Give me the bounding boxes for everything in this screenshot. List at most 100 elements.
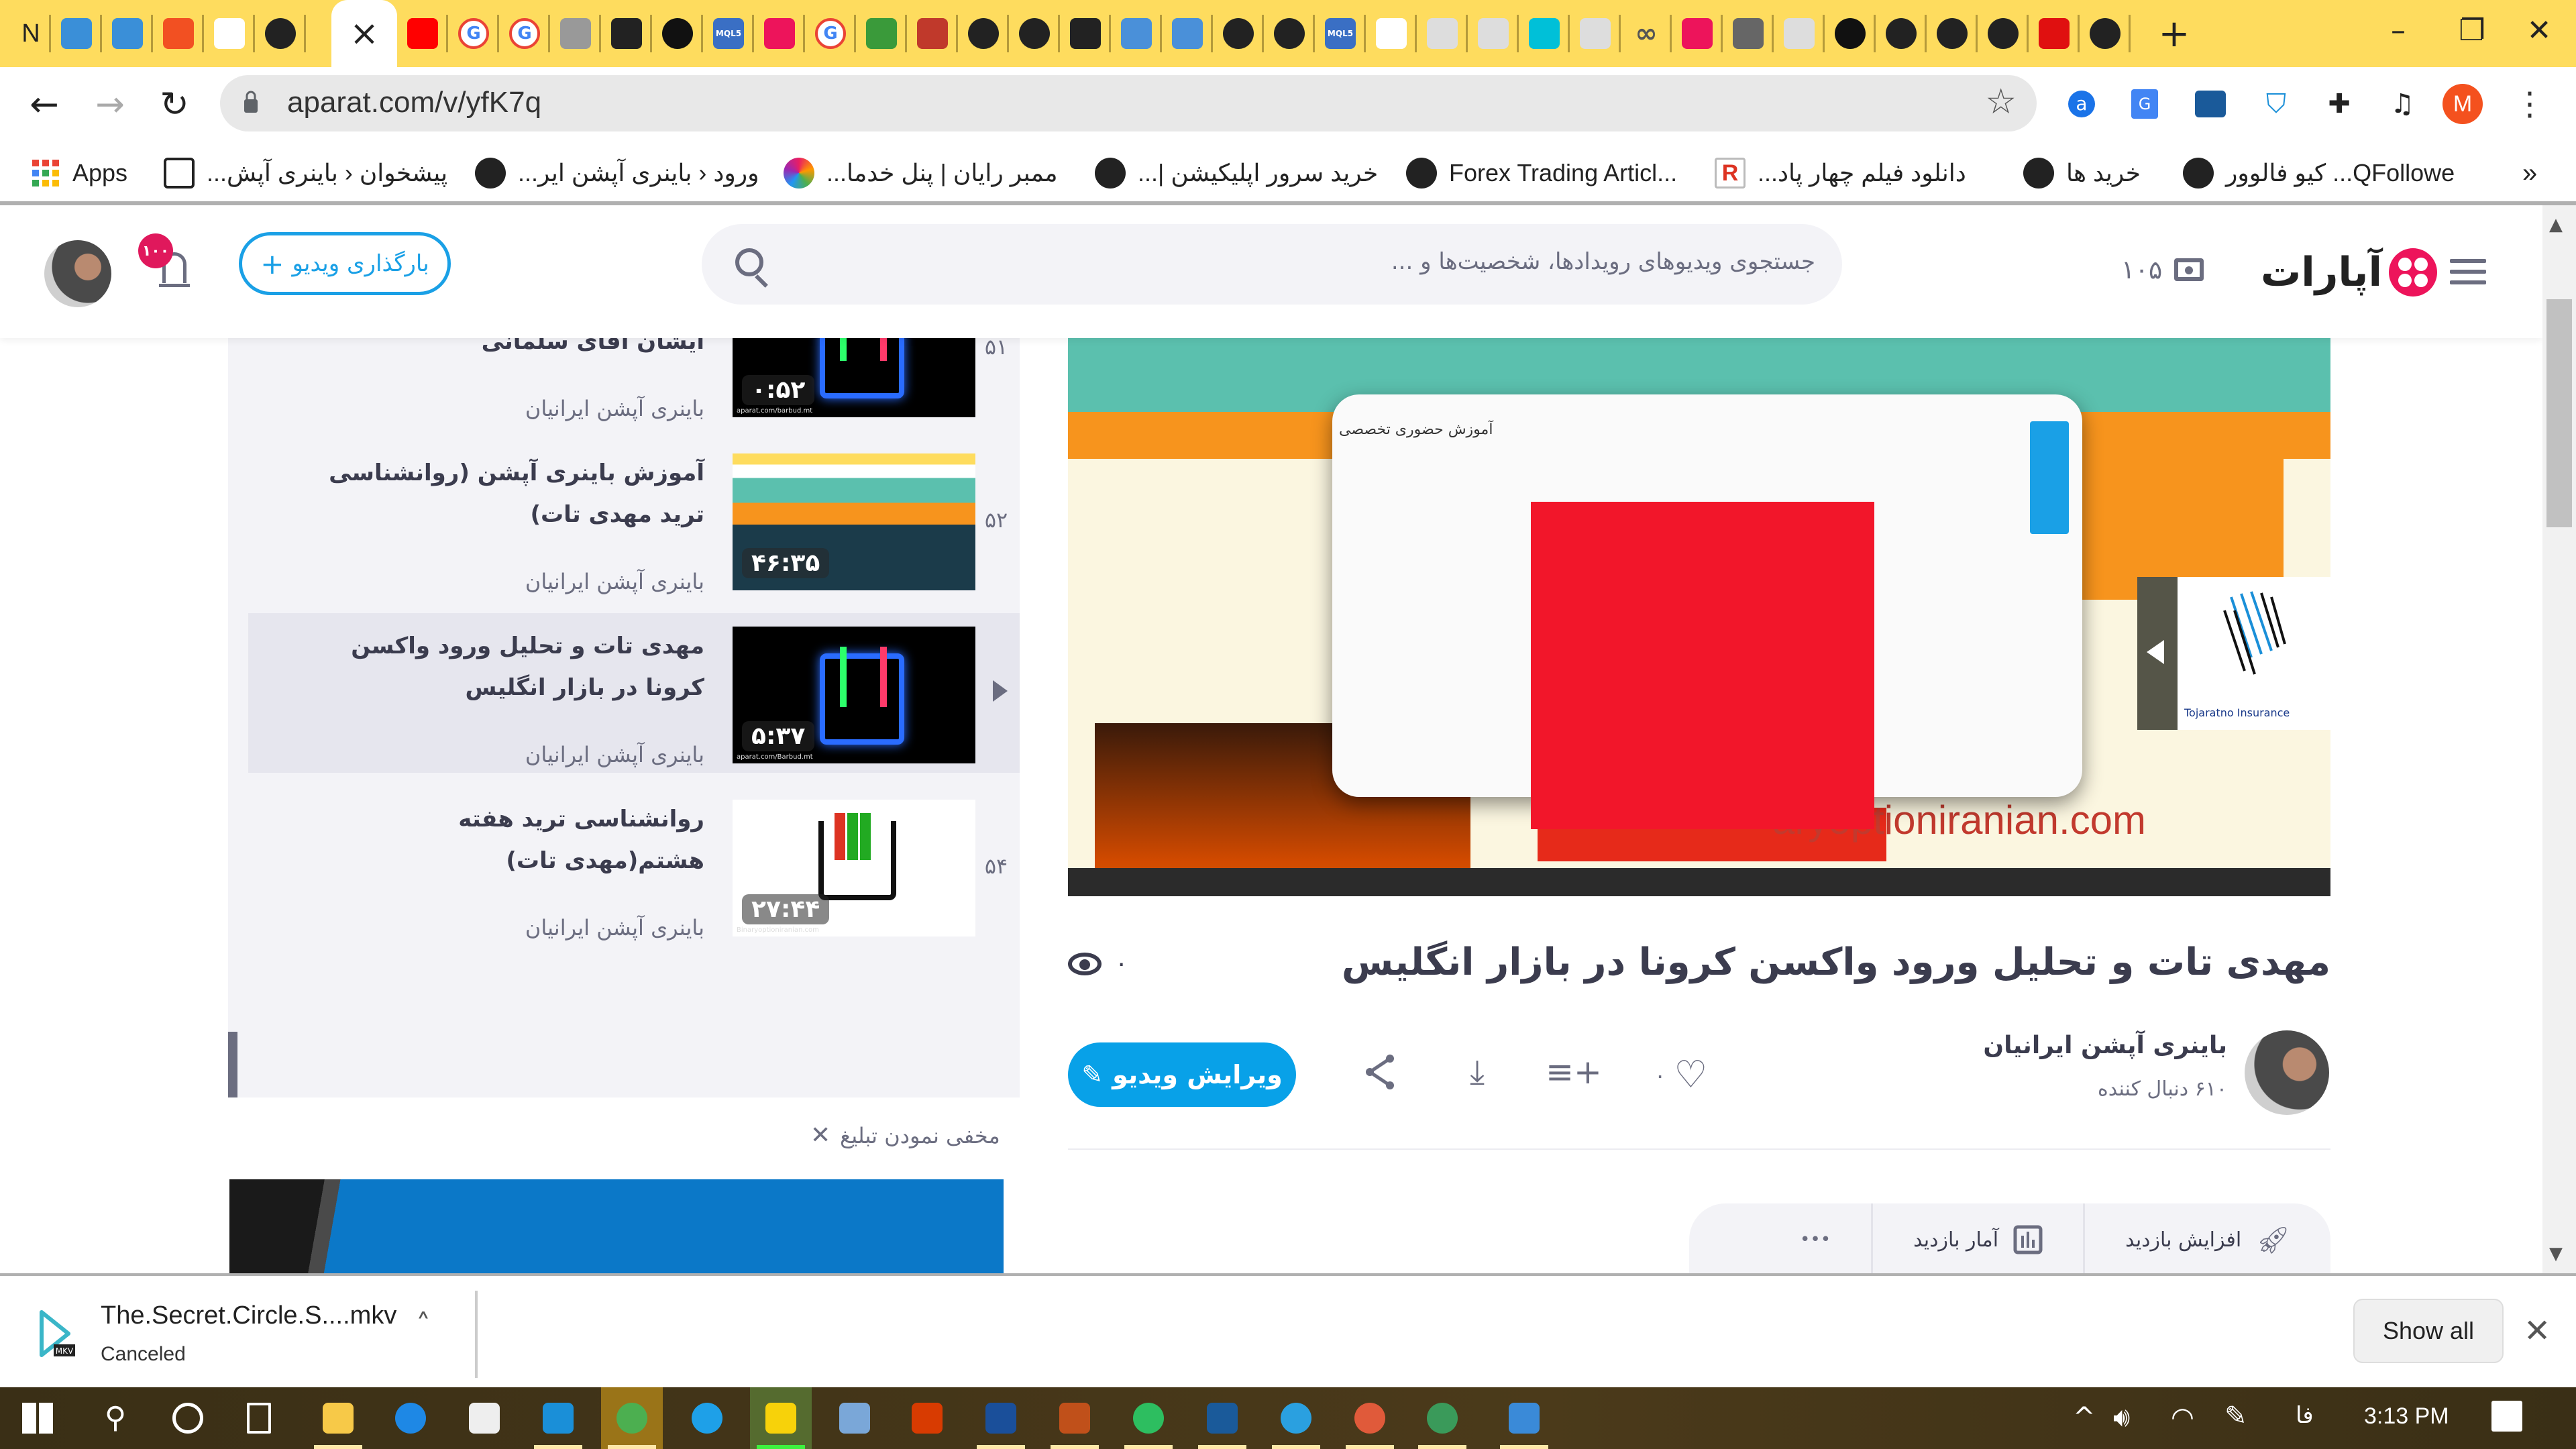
browser-tab[interactable] xyxy=(907,0,958,67)
browser-tab[interactable] xyxy=(2029,0,2080,67)
playlist-item-channel[interactable]: باینری آپشن ایرانیان xyxy=(525,396,704,421)
close-window-button[interactable]: ✕ xyxy=(2502,0,2576,60)
minimize-button[interactable]: – xyxy=(2361,0,2435,60)
taskbar-chrome-button[interactable] xyxy=(601,1387,663,1449)
my-videos-count[interactable]: ۱۰۵ xyxy=(2121,255,2204,284)
scrollbar-thumb[interactable] xyxy=(2546,299,2572,527)
playlist-item-channel[interactable]: باینری آپشن ایرانیان xyxy=(525,569,704,594)
browser-tab[interactable] xyxy=(1825,0,1876,67)
browser-tab[interactable] xyxy=(1111,0,1162,67)
edit-video-button[interactable]: ویرایش ویدیو ✎ xyxy=(1068,1042,1296,1107)
taskbar-network-app-button[interactable] xyxy=(1411,1387,1473,1449)
browser-tab[interactable] xyxy=(1570,0,1621,67)
volume-icon[interactable]: 🔊︎ xyxy=(2113,1402,2130,1433)
input-language[interactable]: فا xyxy=(2296,1402,2314,1429)
taskbar-x-app-button[interactable] xyxy=(1339,1387,1401,1449)
back-button[interactable]: ← xyxy=(19,79,70,130)
browser-tab[interactable] xyxy=(1723,0,1774,67)
browser-tab[interactable] xyxy=(1468,0,1519,67)
browser-tab[interactable]: G xyxy=(805,0,856,67)
pen-icon[interactable]: ✎ xyxy=(2224,1401,2247,1432)
tray-overflow-icon[interactable]: ^ xyxy=(2073,1402,2096,1433)
browser-tab[interactable] xyxy=(652,0,703,67)
hide-ad-button[interactable]: مخفی نمودن تبلیغ ✕ xyxy=(810,1122,1000,1149)
media-playlist-icon[interactable]: ♫ xyxy=(2381,83,2423,125)
tab-active[interactable]: × xyxy=(331,0,397,67)
bookmark-item[interactable]: ورود ‹ باینری آپشن ایر... xyxy=(475,153,759,193)
playlist-item-title[interactable]: روانشناسی ترید هفته هشتم(مهدی تات) xyxy=(329,798,704,881)
browser-tab[interactable]: G xyxy=(448,0,499,67)
restore-button[interactable]: ❐ xyxy=(2435,0,2509,60)
browser-tab[interactable] xyxy=(2080,0,2131,67)
browser-tab[interactable] xyxy=(204,0,255,67)
wifi-icon[interactable]: ◠ xyxy=(2171,1402,2194,1433)
playlist-item-thumbnail[interactable]: aparat.com/Barbud.mt ۵:۳۷ xyxy=(733,627,975,763)
taskbar-file-explorer-button[interactable] xyxy=(307,1387,369,1449)
forward-button[interactable]: → xyxy=(85,79,136,130)
bookmark-item[interactable]: ممبر رایان | پنل خدما... xyxy=(784,153,1058,193)
scroll-down-arrow-icon[interactable]: ▼ xyxy=(2549,1244,2563,1264)
browser-tab[interactable] xyxy=(1264,0,1315,67)
scroll-up-arrow-icon[interactable]: ▲ xyxy=(2549,215,2563,235)
page-scrollbar[interactable]: ▲ ▼ xyxy=(2542,205,2576,1273)
taskbar-r-app-button[interactable] xyxy=(970,1387,1032,1449)
clock[interactable]: 3:13 PM xyxy=(2364,1403,2449,1430)
bookmark-item[interactable]: پیشخوان ‹ باینری آپش... xyxy=(164,153,447,193)
browser-tab[interactable]: MQL5 xyxy=(1315,0,1366,67)
taskbar-evernote-button[interactable] xyxy=(1118,1387,1179,1449)
hamburger-menu-icon[interactable] xyxy=(2450,259,2486,286)
browser-tab[interactable]: MQL5 xyxy=(703,0,754,67)
share-button[interactable] xyxy=(1360,1052,1401,1092)
browser-tab[interactable] xyxy=(51,0,102,67)
download-manager-icon[interactable] xyxy=(2190,83,2231,125)
url-text[interactable]: aparat.com/v/yfK7q xyxy=(287,86,541,119)
browser-tab[interactable] xyxy=(255,0,306,67)
browser-tab[interactable] xyxy=(1774,0,1825,67)
taskbar-gem-app-button[interactable] xyxy=(1493,1387,1555,1449)
add-to-playlist-button[interactable]: ≡+ xyxy=(1546,1052,1602,1092)
google-translate-icon[interactable]: G xyxy=(2124,83,2165,125)
taskbar-alpari-button[interactable] xyxy=(1044,1387,1106,1449)
aparat-logo[interactable]: آپارات xyxy=(2261,248,2438,297)
playlist-item-title[interactable]: مهدی تات و تحلیل ورود واکسن کرونا در باز… xyxy=(329,625,704,708)
browser-tab[interactable] xyxy=(754,0,805,67)
bookmark-item[interactable]: خرید سرور اپلیکیشن |... xyxy=(1095,153,1378,193)
bookmarks-overflow-button[interactable]: » xyxy=(2522,153,2537,193)
browser-tab[interactable] xyxy=(1060,0,1111,67)
taskbar-office-button[interactable] xyxy=(896,1387,958,1449)
taskbar-start-button[interactable] xyxy=(7,1387,68,1449)
close-tab-icon[interactable]: × xyxy=(350,13,379,54)
browser-tab[interactable] xyxy=(958,0,1009,67)
taskbar-player-button[interactable] xyxy=(750,1387,812,1449)
view-stats-button[interactable]: آمار بازدید xyxy=(1871,1203,2083,1273)
close-download-shelf-icon[interactable]: ✕ xyxy=(2524,1312,2551,1350)
chevron-up-icon[interactable]: ˄ xyxy=(416,1308,431,1342)
bookmark-star-icon[interactable]: ☆ xyxy=(1985,82,2017,122)
taskbar-task-view-button[interactable] xyxy=(228,1387,290,1449)
search-input[interactable]: جستجوی ویدیوهای رویدادها، شخصیت‌ها و ... xyxy=(702,224,1842,305)
notifications-icon[interactable] xyxy=(2491,1401,2522,1432)
bookmark-item[interactable]: کیو فالوور ...QFollowe xyxy=(2183,153,2455,193)
bookmark-item[interactable]: Forex Trading Articl... xyxy=(1406,153,1677,193)
download-file-name[interactable]: The.Secret.Circle.S....mkv xyxy=(101,1301,396,1330)
sponsor-panel[interactable]: Tojaratno Insurance xyxy=(2137,577,2330,730)
browser-tab[interactable] xyxy=(550,0,601,67)
new-tab-button[interactable]: + xyxy=(2144,0,2204,67)
more-options-button[interactable]: ••• xyxy=(1760,1203,1871,1273)
browser-tab[interactable] xyxy=(1519,0,1570,67)
ad-banner[interactable] xyxy=(229,1179,1004,1273)
taskbar-cortana-button[interactable] xyxy=(157,1387,219,1449)
tab-first[interactable]: N xyxy=(11,0,51,67)
bookmark-item[interactable]: خرید ها xyxy=(2023,153,2141,193)
reload-button[interactable]: ↻ xyxy=(149,79,200,130)
browser-tab[interactable] xyxy=(1162,0,1213,67)
bookmark-apps[interactable]: Apps xyxy=(31,153,127,193)
browser-tab[interactable]: ∞ xyxy=(1621,0,1672,67)
browser-tab[interactable] xyxy=(1927,0,1978,67)
browser-tab[interactable] xyxy=(1978,0,2029,67)
address-bar[interactable]: aparat.com/v/yfK7q ☆ xyxy=(220,75,2037,131)
bookmark-item[interactable]: R دانلود فیلم چهار پاد... xyxy=(1715,153,1966,193)
playlist-item-channel[interactable]: باینری آپشن ایرانیان xyxy=(525,915,704,941)
browser-tab[interactable] xyxy=(601,0,652,67)
search-icon[interactable] xyxy=(735,248,763,276)
